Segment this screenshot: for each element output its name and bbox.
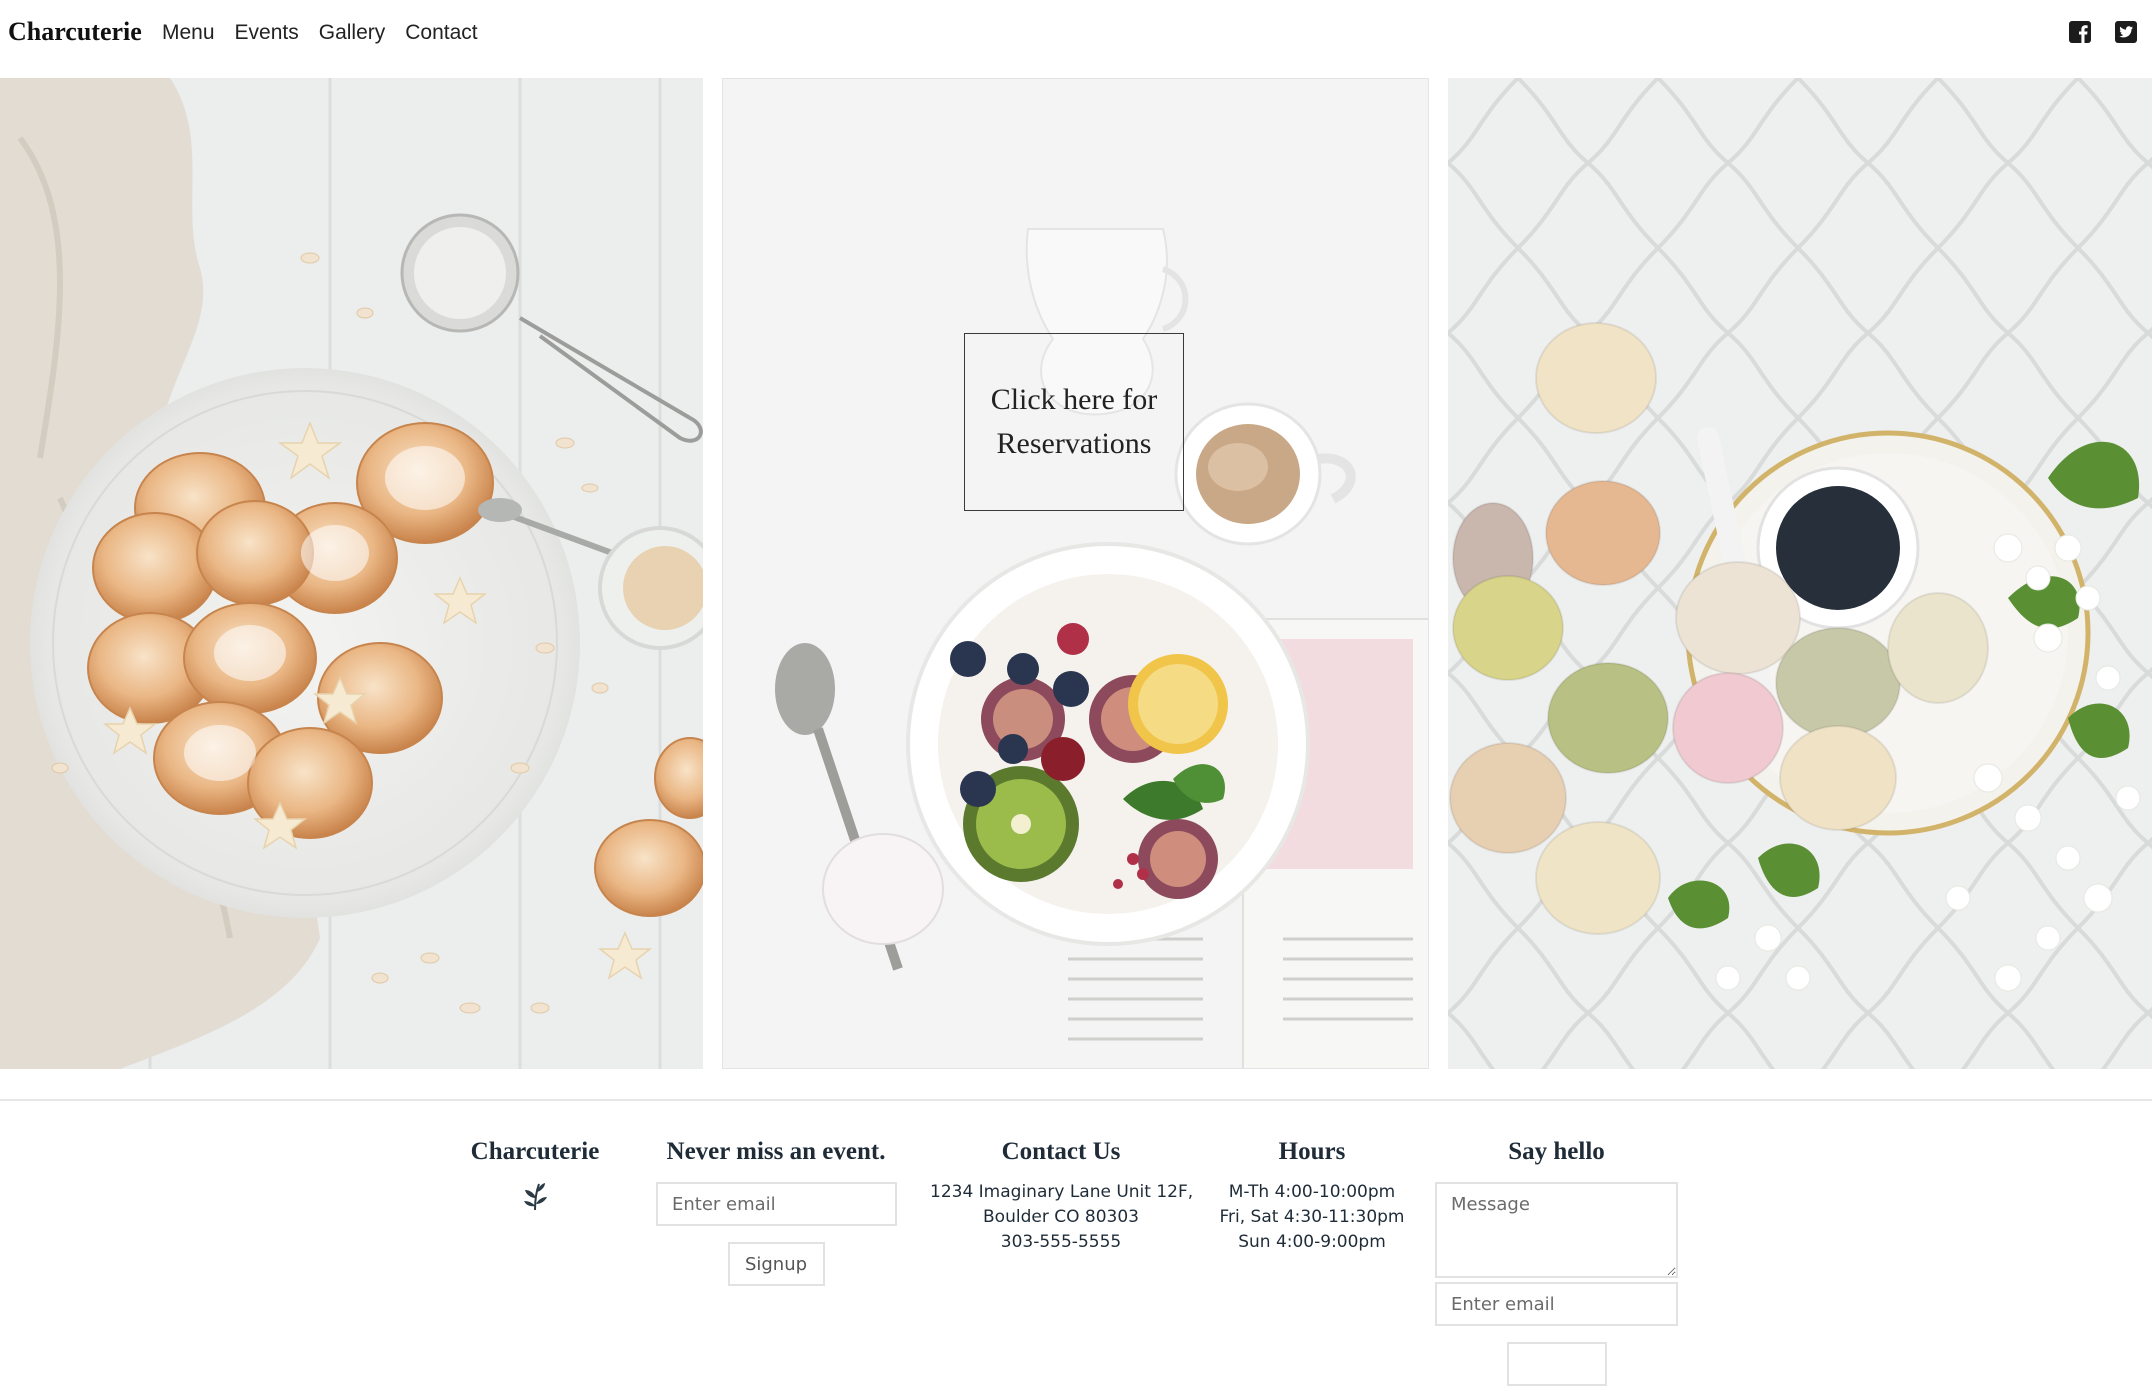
facebook-square-icon[interactable] [2068, 20, 2092, 44]
social-links [2068, 20, 2138, 44]
newsletter-email-input[interactable] [656, 1182, 897, 1226]
contact-phone: 303-555-5555 [1000, 1232, 1122, 1252]
reservations-line-2: Reservations [996, 427, 1152, 460]
footer-say-hello-title: Say hello [1508, 1138, 1605, 1165]
footer-divider [0, 1099, 2152, 1101]
footer-say-hello-column: Say hello [1435, 1138, 1678, 1389]
footer-contact-title: Contact Us [1001, 1138, 1121, 1165]
footer-brand-column: Charcuterie [470, 1138, 600, 1217]
hours-line-2: Fri, Sat 4:30-11:30pm [1219, 1207, 1405, 1227]
say-hello-message-textarea[interactable] [1435, 1182, 1678, 1278]
top-navbar: Charcuterie Menu Events Gallery Contact [0, 0, 2152, 66]
say-hello-email-input[interactable] [1435, 1282, 1678, 1326]
gallery-image-fruit-bowl [722, 78, 1429, 1069]
footer-newsletter-column: Never miss an event. Signup [656, 1138, 897, 1286]
newsletter-signup-button[interactable]: Signup [727, 1242, 825, 1286]
leaf-sprig-icon [524, 1183, 547, 1211]
say-hello-send-button[interactable] [1506, 1342, 1607, 1386]
reservations-button[interactable]: Click here for Reservations [964, 333, 1184, 511]
nav-link-contact[interactable]: Contact [405, 21, 477, 45]
gallery-image-pancakes [0, 78, 703, 1069]
footer-brand-title: Charcuterie [470, 1138, 600, 1165]
nav-link-events[interactable]: Events [235, 21, 299, 45]
footer-newsletter-title: Never miss an event. [666, 1138, 886, 1165]
gallery-image-macarons [1448, 78, 2152, 1069]
nav-links: Menu Events Gallery Contact [162, 21, 478, 45]
nav-link-gallery[interactable]: Gallery [319, 21, 386, 45]
twitter-square-icon[interactable] [2114, 20, 2138, 44]
contact-address-line-2: Boulder CO 80303 [983, 1207, 1139, 1227]
contact-address-line-1: 1234 Imaginary Lane Unit 12F, [930, 1182, 1194, 1202]
footer-hours-title: Hours [1278, 1138, 1346, 1165]
brand-logo-link[interactable]: Charcuterie [8, 17, 142, 47]
hours-line-3: Sun 4:00-9:00pm [1238, 1232, 1386, 1252]
footer-contact-column: Contact Us 1234 Imaginary Lane Unit 12F,… [930, 1138, 1194, 1255]
reservations-label: Click here for Reservations [974, 378, 1174, 466]
footer-hours-column: Hours M-Th 4:00-10:00pm Fri, Sat 4:30-11… [1216, 1138, 1408, 1255]
reservations-line-1: Click here for [990, 383, 1158, 416]
nav-link-menu[interactable]: Menu [162, 21, 215, 45]
hours-line-1: M-Th 4:00-10:00pm [1228, 1182, 1396, 1202]
